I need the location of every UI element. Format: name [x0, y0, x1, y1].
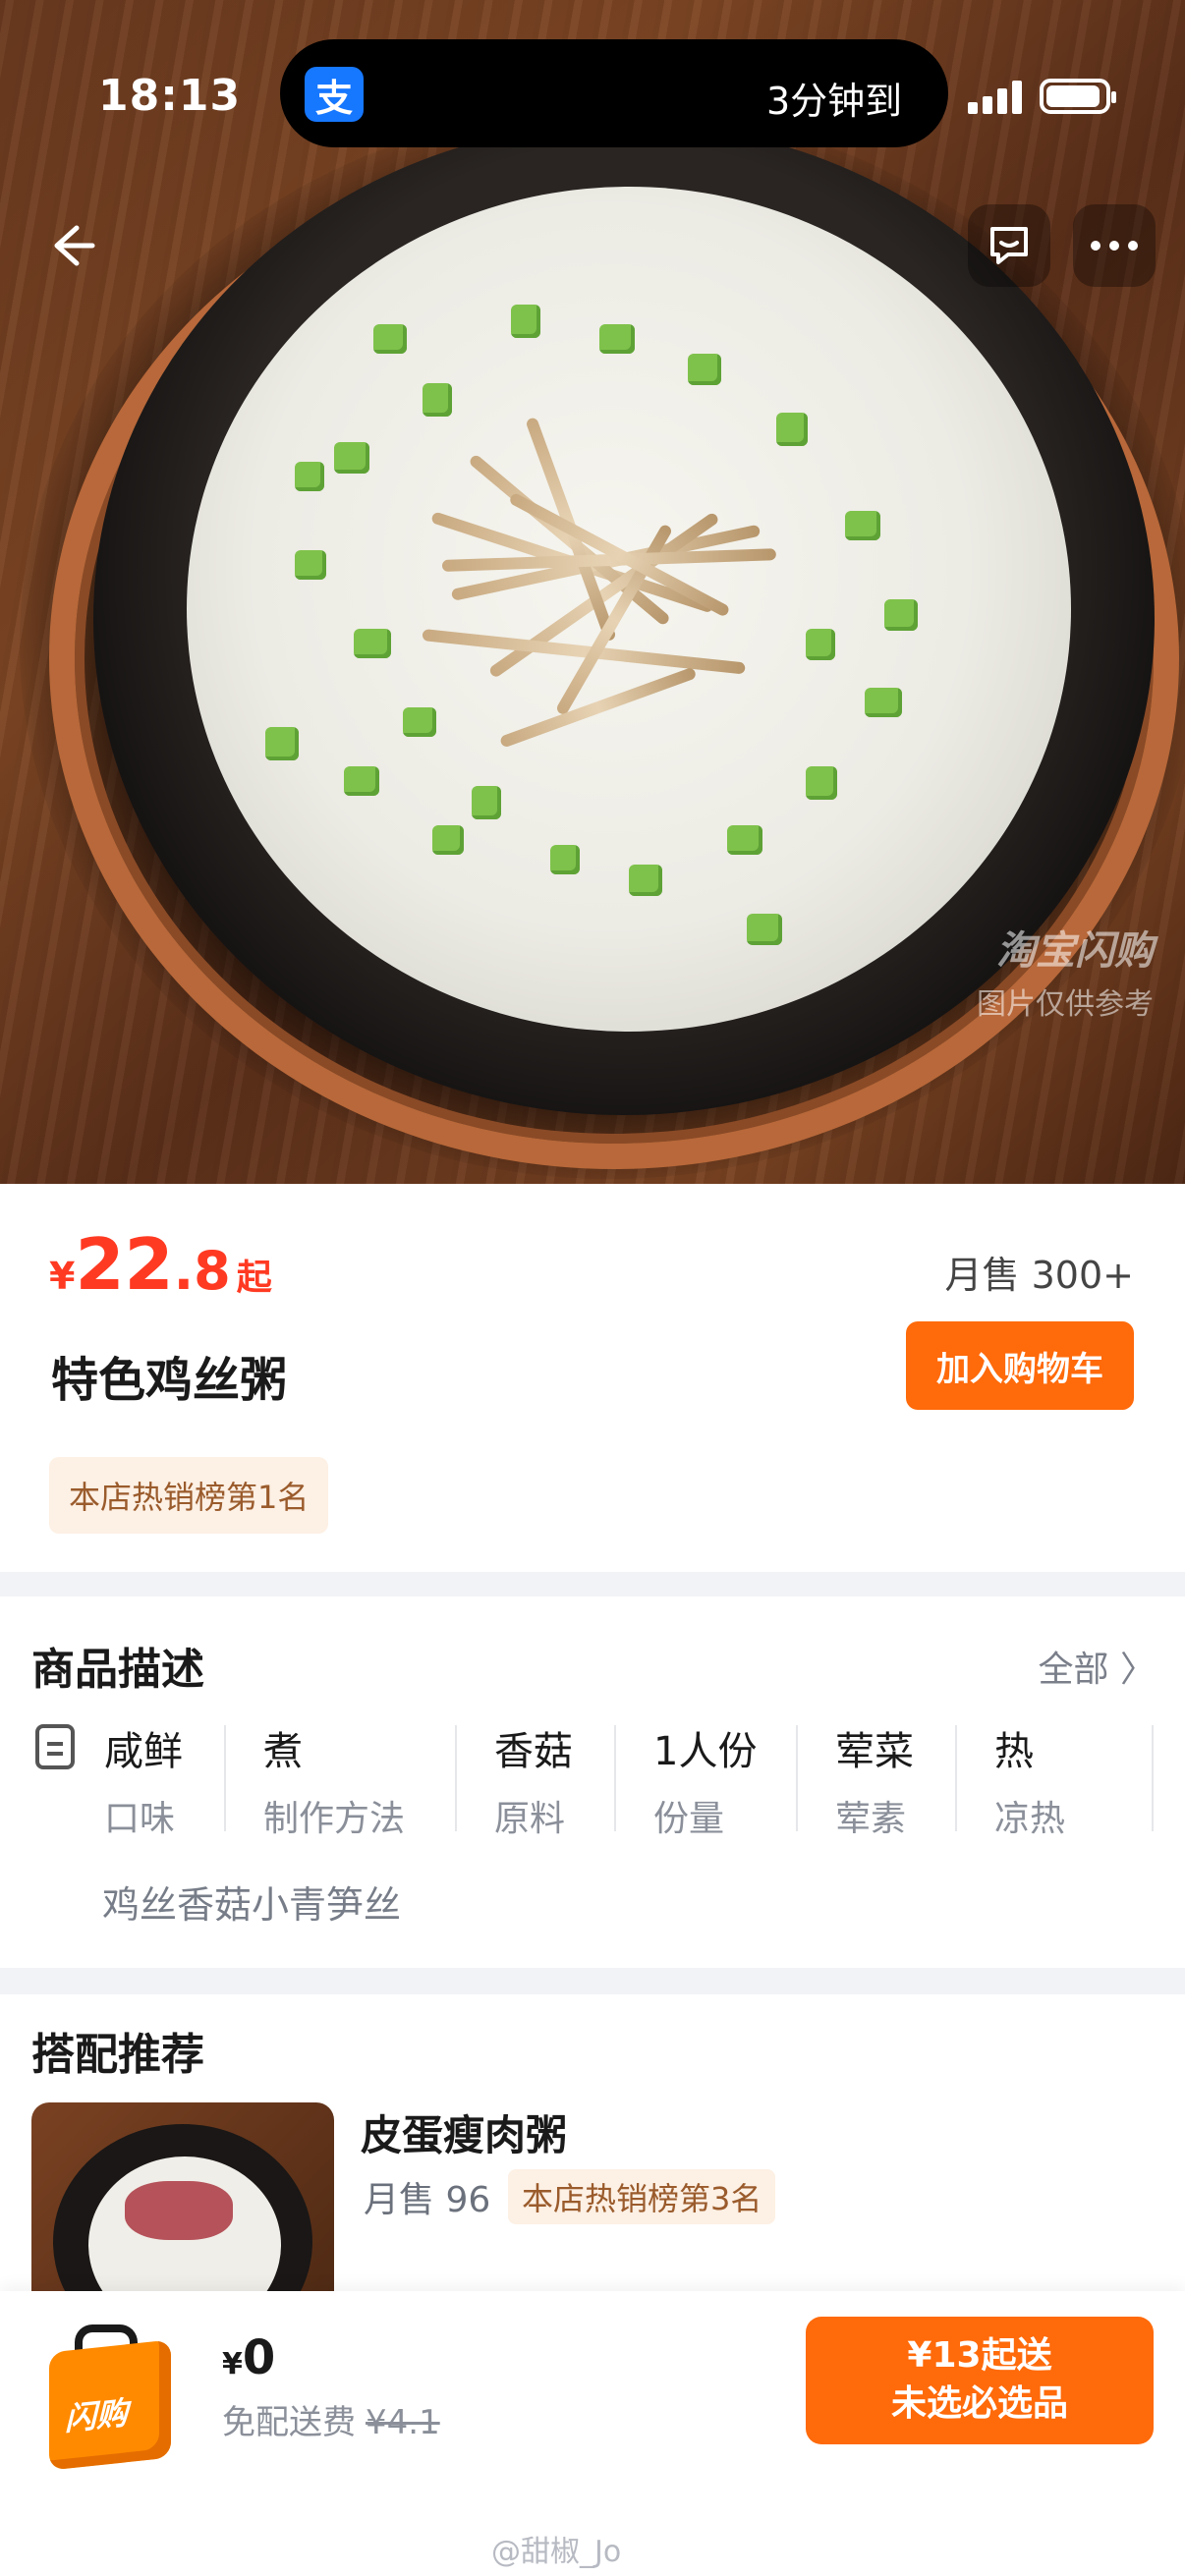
battery-icon [1040, 79, 1116, 114]
total-currency: ¥ [222, 2347, 243, 2381]
celery-piece [511, 305, 540, 338]
attribute-key: 份量 [653, 1799, 725, 1839]
attribute-ingredient: 香菇 原料 [494, 1719, 573, 1841]
attribute-key: 荤素 [835, 1799, 907, 1839]
cart-total: ¥0 [222, 2330, 275, 2385]
weibo-watermark: @甜椒_Jo [491, 2535, 622, 2569]
attribute-key: 凉热 [994, 1799, 1066, 1839]
attribute-separator [955, 1725, 957, 1831]
attribute-value: 热 [994, 1729, 1034, 1774]
attribute-value: 1人份 [653, 1729, 758, 1774]
recommended-item-rank-badge: 本店热销榜第3名 [508, 2169, 776, 2224]
celery-piece [884, 599, 918, 631]
product-hero-image: 18:13 支 3分钟到 淘宝闪购 图片仅供参考 [0, 0, 1185, 1184]
celery-piece [688, 354, 721, 385]
checkout-button[interactable]: ¥13起送 未选必选品 [806, 2317, 1154, 2444]
cart-bottom-bar: 闪购 ¥0 免配送费 ¥4.1 ¥13起送 未选必选品 @甜椒_Jo [0, 2291, 1185, 2576]
attribute-separator [1152, 1725, 1154, 1831]
section-divider [0, 1968, 1185, 1994]
attribute-value: 煮 [263, 1729, 303, 1774]
product-description-section: 商品描述 全部 〉 咸鲜 口味 煮 制作方法 香菇 原料 1人份 份量 荤菜 荤… [0, 1596, 1185, 1968]
view-all-link[interactable]: 全部 〉 [1039, 1641, 1156, 1692]
message-button[interactable] [968, 204, 1050, 287]
required-item-hint: 未选必选品 [890, 2383, 1068, 2424]
attribute-portion: 1人份 份量 [653, 1719, 757, 1841]
price-suffix: 起 [236, 1258, 272, 1298]
attribute-value: 荤菜 [835, 1729, 914, 1774]
recommended-item-sales: 月售 96 [364, 2180, 491, 2220]
attribute-separator [224, 1725, 226, 1831]
section-title: 商品描述 [31, 1645, 204, 1695]
original-delivery-fee: ¥4.1 [366, 2403, 440, 2442]
minimum-order-label: ¥13起送 [907, 2335, 1052, 2377]
shredded-chicken [413, 393, 825, 806]
recommended-item-name[interactable]: 皮蛋瘦肉粥 [361, 2102, 567, 2162]
more-icon [1091, 241, 1138, 251]
celery-piece [432, 825, 464, 855]
delivery-fee-info: 免配送费 ¥4.1 [222, 2395, 440, 2443]
pairing-recommendation-section: 搭配推荐 皮蛋瘦肉粥 月售 96 本店热销榜第3名 [0, 1994, 1185, 2299]
back-arrow-icon [54, 225, 95, 266]
attribute-key: 原料 [494, 1799, 566, 1839]
price-decimal: .8 [173, 1240, 231, 1302]
celery-piece [295, 462, 324, 491]
meat-topping [125, 2181, 233, 2240]
product-info-card: ¥22.8 起 月售 300+ 特色鸡丝粥 加入购物车 本店热销榜第1名 [0, 1184, 1185, 1572]
price-currency: ¥ [49, 1255, 76, 1298]
bag-brand-label: 闪购 [65, 2393, 129, 2438]
section-title: 搭配推荐 [31, 2030, 204, 2080]
celery-piece [599, 324, 635, 354]
image-watermark: 淘宝闪购 图片仅供参考 [977, 919, 1154, 1023]
attribute-key: 制作方法 [263, 1799, 406, 1839]
add-to-cart-button[interactable]: 加入购物车 [906, 1321, 1134, 1410]
celery-piece [265, 727, 299, 760]
message-icon [990, 227, 1028, 264]
price-integer: 22 [75, 1223, 174, 1306]
attribute-method: 煮 制作方法 [263, 1719, 405, 1841]
hot-rank-badge[interactable]: 本店热销榜第1名 [49, 1457, 329, 1534]
cart-bag-icon[interactable]: 闪购 [39, 2321, 187, 2471]
attribute-meat-veg: 荤菜 荤素 [835, 1719, 914, 1841]
attribute-value: 香菇 [494, 1729, 573, 1774]
product-name: 特色鸡丝粥 [51, 1353, 288, 1408]
back-button[interactable] [29, 204, 112, 287]
attribute-row[interactable]: 咸鲜 口味 煮 制作方法 香菇 原料 1人份 份量 荤菜 荤素 热 凉热 [0, 1719, 1185, 1847]
celery-piece [727, 825, 762, 855]
product-price: ¥22.8 起 [49, 1223, 272, 1306]
monthly-sales: 月售 300+ [944, 1254, 1134, 1297]
attribute-value: 咸鲜 [104, 1729, 183, 1774]
attribute-key: 口味 [104, 1799, 176, 1839]
total-amount: 0 [242, 2330, 276, 2385]
attribute-separator [796, 1725, 798, 1831]
section-divider [0, 1572, 1185, 1596]
delivery-eta: 3分钟到 [766, 80, 903, 123]
celery-piece [865, 688, 902, 717]
description-text: 鸡丝香菇小青笋丝 [102, 1883, 402, 1927]
more-button[interactable] [1073, 204, 1156, 287]
celery-piece [747, 914, 782, 945]
recommended-item-image[interactable] [31, 2102, 334, 2299]
celery-piece [344, 766, 379, 796]
celery-piece [295, 550, 326, 580]
attribute-separator [455, 1725, 457, 1831]
watermark-brand: 淘宝闪购 [996, 928, 1154, 974]
celery-piece [550, 845, 580, 874]
attribute-flavor: 咸鲜 口味 [104, 1719, 183, 1841]
celery-piece [334, 442, 369, 474]
celery-piece [354, 629, 391, 658]
alipay-icon: 支 [305, 67, 364, 122]
celery-piece [373, 324, 407, 354]
status-time: 18:13 [98, 71, 242, 121]
celery-piece [629, 865, 662, 896]
attribute-temperature: 热 凉热 [994, 1719, 1065, 1841]
celery-piece [845, 511, 880, 540]
watermark-disclaimer: 图片仅供参考 [977, 987, 1154, 1022]
attribute-separator [614, 1725, 616, 1831]
free-delivery-label: 免配送费 [222, 2403, 356, 2442]
cellular-signal-icon [968, 79, 1025, 114]
